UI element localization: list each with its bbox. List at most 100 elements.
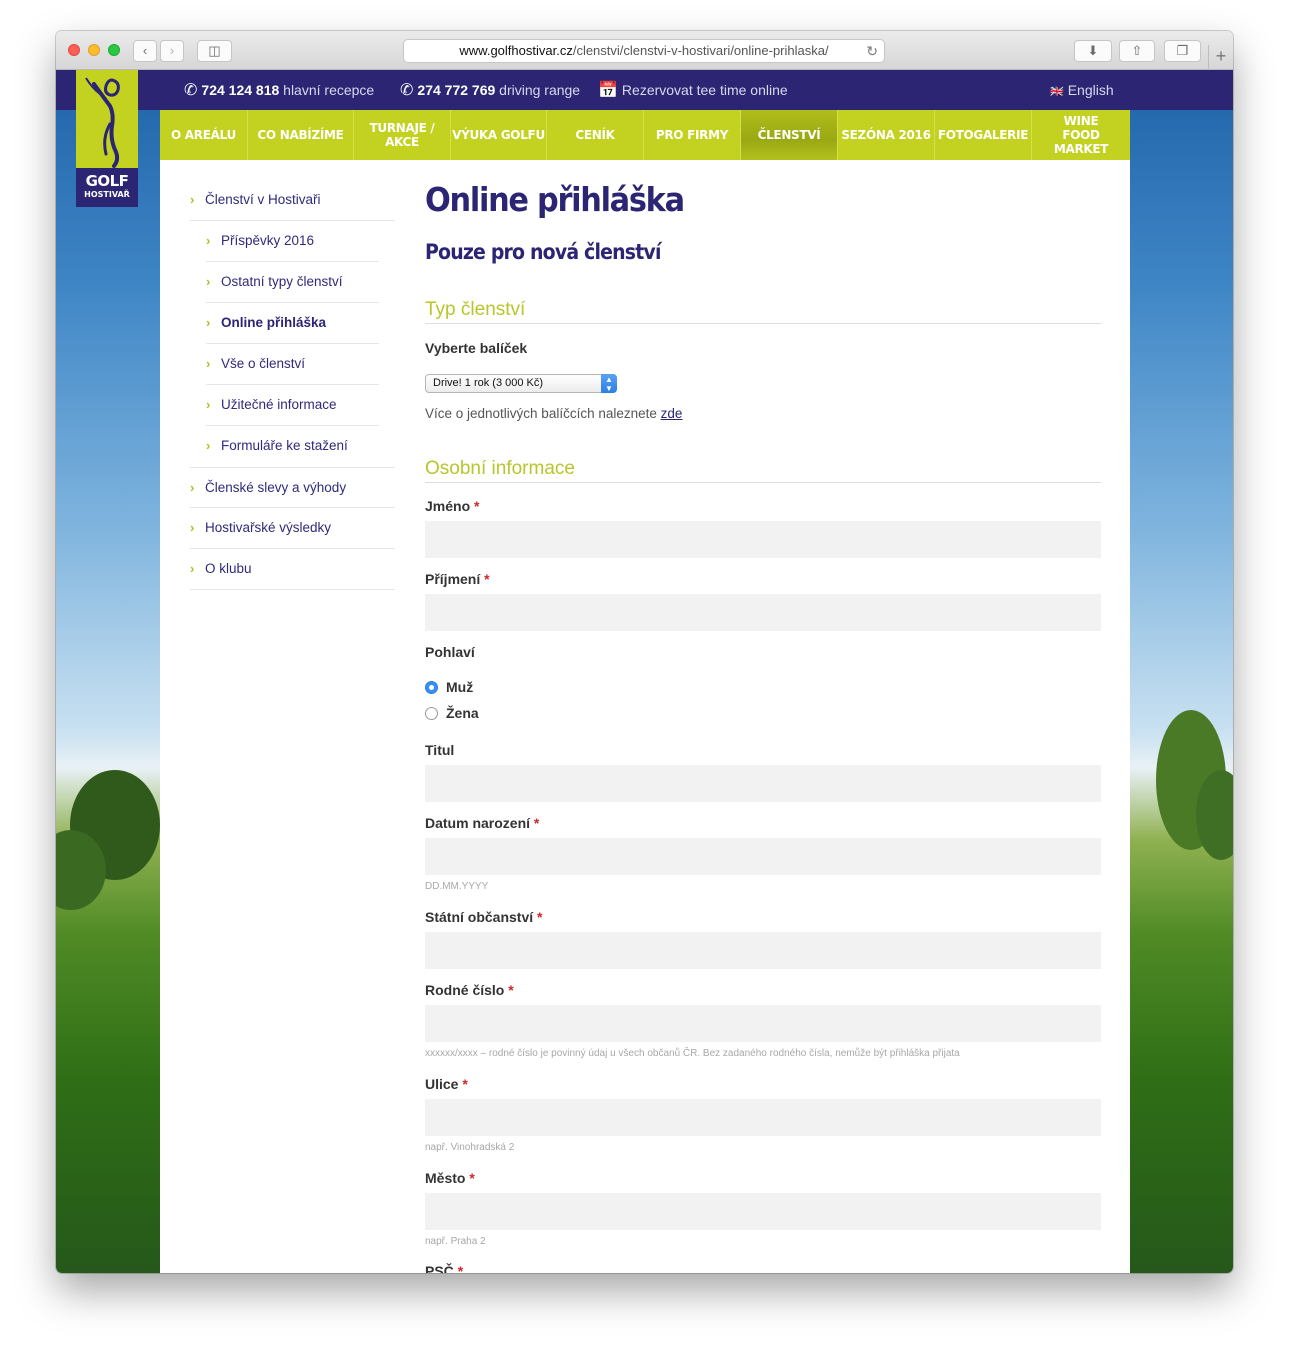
sidebar-item-ostatni-typy-clenstvi[interactable]: › Ostatní typy členství: [206, 262, 379, 303]
label-text: Ulice: [425, 1076, 459, 1092]
datum-narozeni-input[interactable]: [425, 838, 1101, 875]
booking-label: Rezervovat tee time online: [621, 82, 788, 98]
phone-reception[interactable]: ✆ 724 124 818 hlavní recepce: [184, 70, 374, 110]
label-text: Příjmení: [425, 571, 481, 587]
sidebar-item-prispevky-2016[interactable]: › Příspěvky 2016: [206, 221, 379, 262]
package-info-link[interactable]: zde: [661, 406, 683, 421]
phone-label: driving range: [499, 82, 581, 98]
nav-fotogalerie[interactable]: FOTOGALERIE: [935, 110, 1032, 160]
prijmeni-input[interactable]: [425, 594, 1101, 631]
web-page: ✆ 724 124 818 hlavní recepce ✆ 274 772 769…: [56, 70, 1233, 1273]
datum-hint: DD.MM.YYYY: [425, 881, 489, 892]
phone-number: 274 772 769: [417, 82, 496, 98]
language-switch[interactable]: 🇬🇧 English: [1050, 70, 1114, 110]
sidebar-item-clenstvi-v-hostivari[interactable]: › Členství v Hostivaři: [190, 180, 395, 221]
chevron-right-icon: ›: [206, 438, 211, 453]
nav-co-nabizime[interactable]: CO NABÍZÍME: [248, 110, 354, 160]
sidebar-item-hostivarske-vysledky[interactable]: › Hostivařské výsledky: [190, 508, 395, 549]
jmeno-input[interactable]: [425, 521, 1101, 558]
minimize-window-button[interactable]: [88, 44, 100, 56]
mesto-input[interactable]: [425, 1193, 1101, 1230]
new-tab-icon[interactable]: +: [1208, 45, 1233, 70]
radio-label: Žena: [446, 705, 479, 721]
chevron-right-icon: ›: [190, 480, 195, 495]
share-icon[interactable]: ⇧: [1119, 40, 1155, 62]
package-select[interactable]: Drive! 1 rok (3 000 Kč) ▲ ▼: [425, 374, 617, 393]
nav-turnaje-akce[interactable]: TURNAJE / AKCE: [354, 110, 451, 160]
phone-icon: ✆: [184, 82, 198, 99]
nav-clenstvi[interactable]: ČLENSTVÍ: [741, 110, 838, 160]
sidebar-item-label: O klubu: [205, 561, 252, 576]
select-arrows-icon: ▲ ▼: [601, 374, 617, 393]
tabs-overview-icon[interactable]: ❐: [1164, 40, 1201, 62]
chevron-right-icon: ›: [206, 315, 211, 330]
site-logo[interactable]: GOLF HOSTIVAŘ: [76, 70, 138, 207]
required-mark: *: [484, 571, 490, 587]
browser-window: ‹ › ◫ www.golfhostivar.cz/clenstvi/clens…: [56, 31, 1233, 1273]
phone-number: 724 124 818: [201, 82, 280, 98]
rodne-cislo-input[interactable]: [425, 1005, 1101, 1042]
label-text: Datum narození: [425, 815, 531, 831]
radio-zena[interactable]: Žena: [425, 704, 479, 722]
sidebar-item-formulare-ke-stazeni[interactable]: › Formuláře ke stažení: [206, 426, 379, 467]
address-bar[interactable]: www.golfhostivar.cz/clenstvi/clenstvi-v-…: [403, 39, 885, 63]
radio-label: Muž: [446, 679, 474, 695]
language-label: English: [1067, 82, 1114, 98]
nav-pro-firmy[interactable]: PRO FIRMY: [644, 110, 741, 160]
phone-icon: ✆: [400, 82, 414, 99]
top-info-bar: ✆ 724 124 818 hlavní recepce ✆ 274 772 769…: [56, 70, 1233, 110]
close-window-button[interactable]: [68, 44, 80, 56]
titul-input[interactable]: [425, 765, 1101, 802]
sidebar-toggle-icon[interactable]: ◫: [197, 40, 232, 62]
nav-cenik[interactable]: CENÍK: [547, 110, 644, 160]
required-mark: *: [533, 815, 540, 831]
radio-unchecked-icon[interactable]: [425, 707, 438, 720]
logo-hostivar-text: HOSTIVAŘ: [84, 190, 130, 199]
chevron-right-icon: ›: [190, 192, 195, 207]
sidebar-item-label: Příspěvky 2016: [221, 233, 315, 248]
forward-button[interactable]: ›: [160, 40, 184, 62]
url-host: www.golfhostivar.cz: [459, 43, 573, 58]
chevron-right-icon: ›: [190, 561, 195, 576]
sidebar-item-vse-o-clenstvi[interactable]: › Vše o členství: [206, 344, 379, 385]
section-heading-typ-clenstvi: Typ členství: [425, 298, 1101, 324]
nav-vyuka-golfu[interactable]: VÝUKA GOLFU: [451, 110, 547, 160]
ulice-input[interactable]: [425, 1099, 1101, 1136]
package-label: Vyberte balíček: [425, 340, 528, 356]
radio-muz[interactable]: Muž: [425, 678, 473, 696]
sidebar-item-uzitecne-informace[interactable]: › Užitečné informace: [206, 385, 379, 426]
package-info: Více o jednotlivých balíčcích naleznete: [425, 406, 657, 421]
chevron-right-icon: ›: [206, 233, 211, 248]
required-mark: *: [462, 1076, 468, 1092]
content-panel: › Členství v Hostivaři › Příspěvky 2016 › O…: [160, 160, 1130, 1273]
back-button[interactable]: ‹: [133, 40, 157, 62]
required-mark: *: [457, 1263, 464, 1273]
chevron-right-icon: ›: [206, 356, 211, 371]
chevron-right-icon: ›: [206, 274, 211, 289]
rodne-cislo-hint: xxxxxx/xxxx – rodné číslo je povinný úda…: [425, 1048, 960, 1059]
radio-checked-icon[interactable]: [425, 681, 438, 694]
field-label-titul: Titul: [425, 742, 455, 758]
calendar-icon: 📅: [598, 82, 618, 99]
field-label-rodne-cislo: Rodné číslo *: [425, 982, 514, 998]
sidebar-item-o-klubu[interactable]: › O klubu: [190, 549, 395, 590]
field-label-ulice: Ulice *: [425, 1076, 468, 1092]
nav-wine-food-market[interactable]: WINE FOOD MARKET: [1032, 110, 1130, 160]
mesto-hint: např. Praha 2: [425, 1236, 486, 1247]
sidebar-item-clenske-slevy[interactable]: › Členské slevy a výhody: [190, 467, 395, 508]
booking-link[interactable]: 📅 Rezervovat tee time online: [598, 70, 788, 110]
nav-sezona-2016[interactable]: SEZÓNA 2016: [838, 110, 935, 160]
phone-driving-range[interactable]: ✆ 274 772 769 driving range: [400, 70, 580, 110]
browser-toolbar: ‹ › ◫ www.golfhostivar.cz/clenstvi/clens…: [56, 31, 1233, 70]
obcanstvi-input[interactable]: [425, 932, 1101, 969]
sidebar-item-label: Užitečné informace: [221, 397, 337, 412]
reload-icon[interactable]: ↻: [866, 40, 878, 62]
section-heading-osobni-informace: Osobní informace: [425, 457, 1101, 483]
page-title: Online přihláška: [425, 180, 685, 219]
zoom-window-button[interactable]: [108, 44, 120, 56]
download-icon[interactable]: ⬇: [1074, 40, 1112, 62]
nav-o-arealu[interactable]: O AREÁLU: [160, 110, 248, 160]
url-path: /clenstvi/clenstvi-v-hostivari/online-pr…: [572, 43, 829, 58]
required-mark: *: [469, 1170, 475, 1186]
sidebar-item-online-prihlaska[interactable]: › Online přihláška: [206, 303, 379, 344]
